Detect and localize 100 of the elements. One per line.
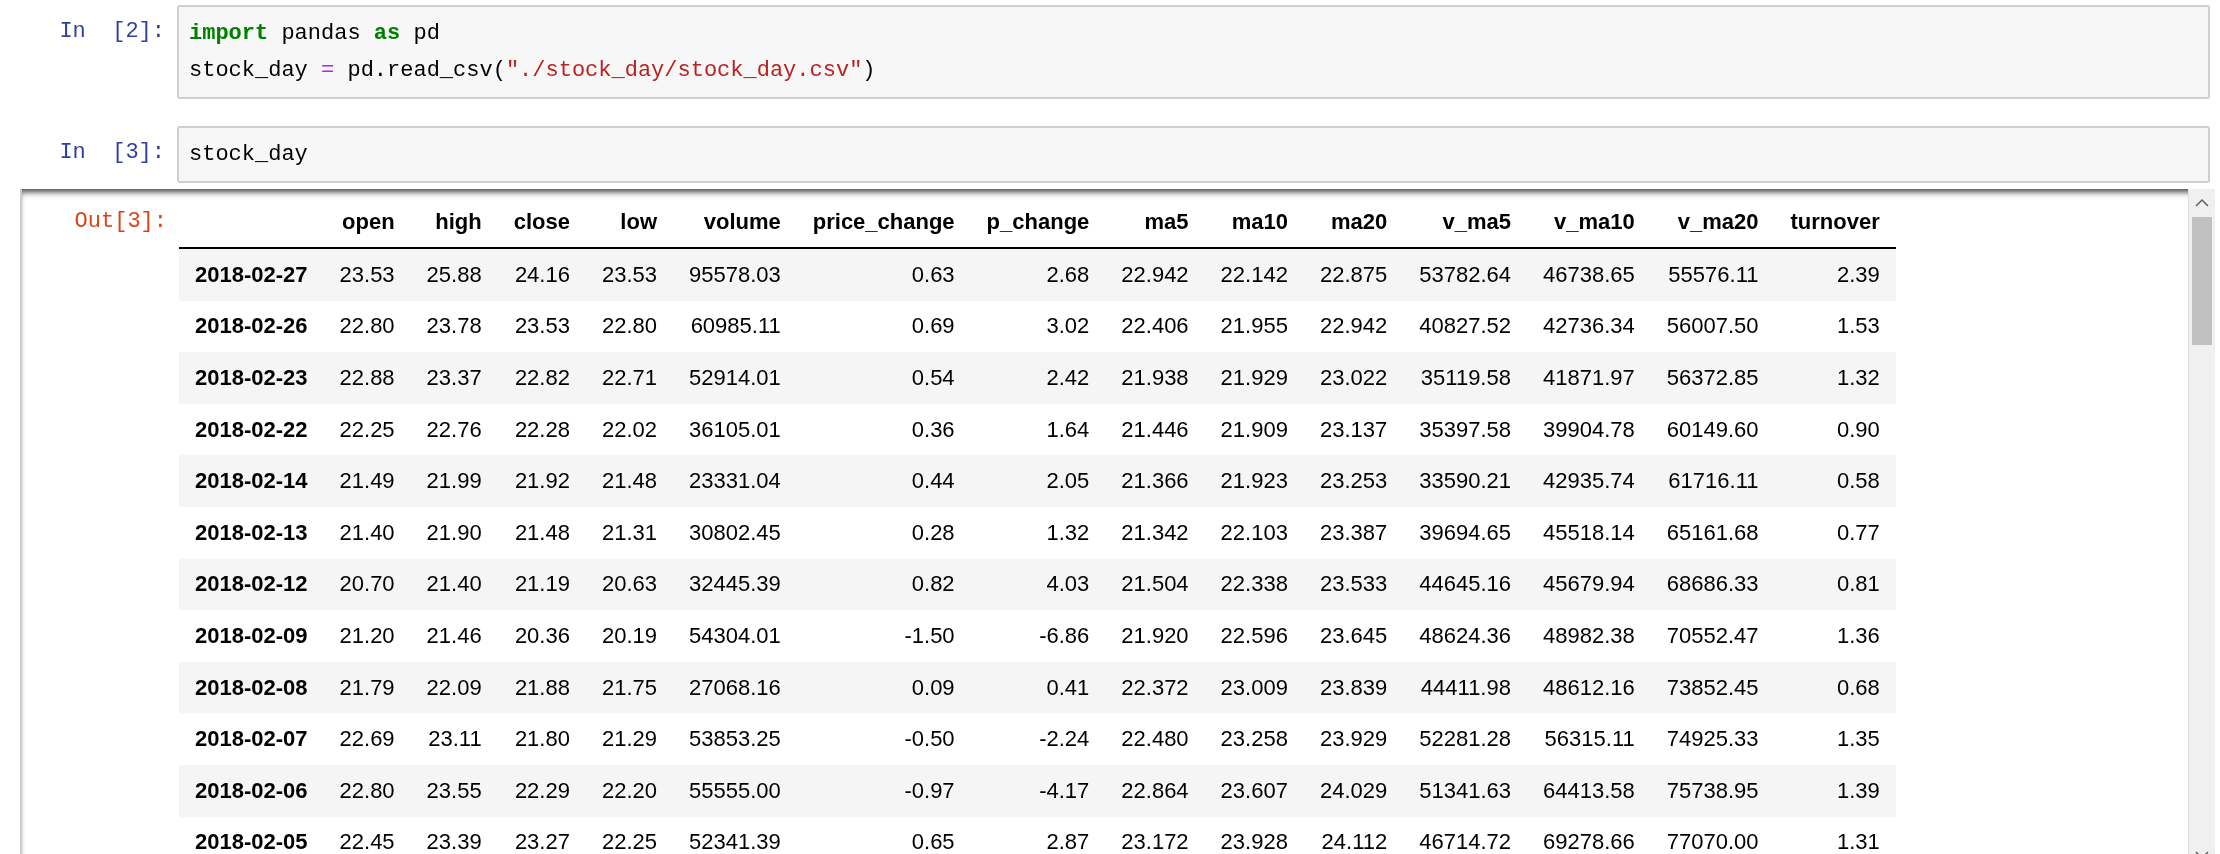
- table-cell: 23.533: [1303, 558, 1404, 611]
- table-cell: 23.172: [1105, 816, 1205, 854]
- table-cell: 3.02: [970, 300, 1106, 353]
- table-cell: 24.112: [1303, 816, 1404, 854]
- table-cell: 0.82: [796, 558, 971, 611]
- table-cell: 22.25: [585, 816, 673, 854]
- table-cell: 54304.01: [673, 610, 797, 662]
- table-cell: 21.929: [1204, 352, 1304, 404]
- table-cell: 23331.04: [673, 455, 797, 507]
- table-cell: 23.839: [1303, 661, 1404, 714]
- table-cell: 21.92: [497, 455, 586, 507]
- table-cell: 20.19: [585, 610, 673, 662]
- table-cell: 1.32: [1774, 352, 1896, 404]
- table-cell: 22.596: [1204, 610, 1304, 662]
- table-cell: 69278.66: [1526, 816, 1651, 854]
- table-cell: 21.48: [497, 506, 586, 559]
- vertical-scrollbar[interactable]: [2188, 189, 2215, 854]
- table-cell: 22.942: [1105, 248, 1205, 301]
- table-cell: 46738.65: [1526, 248, 1651, 301]
- table-cell: 2.87: [970, 816, 1106, 854]
- table-cell: 35119.58: [1403, 352, 1527, 404]
- table-cell: 22.875: [1303, 248, 1404, 301]
- table-cell: 53782.64: [1403, 248, 1527, 301]
- row-index-cell: 2018-02-13: [179, 506, 324, 559]
- table-cell: 55555.00: [673, 764, 797, 817]
- table-cell: 20.70: [323, 558, 411, 611]
- table-cell: 21.955: [1204, 300, 1304, 353]
- table-cell: 21.99: [410, 455, 498, 507]
- table-cell: 42736.34: [1526, 300, 1651, 353]
- table-cell: 22.103: [1204, 506, 1304, 559]
- table-cell: 68686.33: [1650, 558, 1775, 611]
- table-cell: 60985.11: [673, 300, 797, 353]
- table-cell: 21.920: [1105, 610, 1205, 662]
- table-cell: 65161.68: [1650, 506, 1775, 559]
- table-cell: 60149.60: [1650, 403, 1775, 456]
- table-cell: 56007.50: [1650, 300, 1775, 353]
- table-cell: 20.36: [497, 610, 586, 662]
- table-cell: 27068.16: [673, 661, 797, 714]
- row-index-cell: 2018-02-23: [179, 352, 324, 404]
- table-cell: 23.009: [1204, 661, 1304, 714]
- table-cell: 21.40: [410, 558, 498, 611]
- table-cell: 70552.47: [1650, 610, 1775, 662]
- table-cell: 25.88: [410, 248, 498, 301]
- table-cell: 21.80: [497, 713, 586, 765]
- row-index-cell: 2018-02-27: [179, 248, 324, 301]
- table-cell: 22.76: [410, 403, 498, 456]
- table-cell: 52341.39: [673, 816, 797, 854]
- table-cell: 22.338: [1204, 558, 1304, 611]
- table-cell: 61716.11: [1650, 455, 1775, 507]
- table-cell: 56315.11: [1526, 713, 1651, 765]
- table-cell: 21.923: [1204, 455, 1304, 507]
- table-cell: 0.63: [796, 248, 971, 301]
- table-cell: 48982.38: [1526, 610, 1651, 662]
- code-input-field[interactable]: stock_day: [177, 126, 2210, 183]
- table-cell: 21.504: [1105, 558, 1205, 611]
- table-cell: 2.42: [970, 352, 1106, 404]
- table-cell: 21.909: [1204, 403, 1304, 456]
- table-cell: 23.928: [1204, 816, 1304, 854]
- table-cell: 22.09: [410, 661, 498, 714]
- table-cell: 22.80: [323, 300, 411, 353]
- table-cell: 22.88: [323, 352, 411, 404]
- table-cell: 21.29: [585, 713, 673, 765]
- table-cell: 23.55: [410, 764, 498, 817]
- scrollbar-thumb[interactable]: [2192, 217, 2212, 345]
- table-cell: 22.20: [585, 764, 673, 817]
- table-cell: 21.40: [323, 506, 411, 559]
- table-cell: 1.39: [1774, 764, 1896, 817]
- table-cell: 22.864: [1105, 764, 1205, 817]
- table-cell: 2.39: [1774, 248, 1896, 301]
- table-cell: 21.20: [323, 610, 411, 662]
- table-cell: 21.49: [323, 455, 411, 507]
- table-cell: 22.29: [497, 764, 586, 817]
- table-cell: -4.17: [970, 764, 1106, 817]
- table-cell: 55576.11: [1650, 248, 1775, 301]
- table-cell: 39904.78: [1526, 403, 1651, 456]
- table-cell: 23.78: [410, 300, 498, 353]
- table-cell: 23.253: [1303, 455, 1404, 507]
- table-cell: 21.366: [1105, 455, 1205, 507]
- table-cell: -6.86: [970, 610, 1106, 662]
- table-cell: 36105.01: [673, 403, 797, 456]
- table-cell: 21.31: [585, 506, 673, 559]
- table-cell: 39694.65: [1403, 506, 1527, 559]
- table-cell: 2.05: [970, 455, 1106, 507]
- row-index-cell: 2018-02-12: [179, 558, 324, 611]
- table-cell: 0.68: [1774, 661, 1896, 714]
- table-cell: 0.54: [796, 352, 971, 404]
- table-cell: 22.80: [323, 764, 411, 817]
- row-index-cell: 2018-02-08: [179, 661, 324, 714]
- table-cell: 48612.16: [1526, 661, 1651, 714]
- scroll-up-icon[interactable]: [2194, 197, 2210, 209]
- row-index-cell: 2018-02-14: [179, 455, 324, 507]
- table-cell: 0.77: [1774, 506, 1896, 559]
- code-input-field[interactable]: import pandas as pd stock_day = pd.read_csv("./stock_day/stock_day.csv"): [177, 5, 2210, 99]
- table-cell: 23.27: [497, 816, 586, 854]
- table-cell: 74925.33: [1650, 713, 1775, 765]
- table-cell: 1.53: [1774, 300, 1896, 353]
- table-cell: 56372.85: [1650, 352, 1775, 404]
- table-cell: 4.03: [970, 558, 1106, 611]
- table-cell: 35397.58: [1403, 403, 1527, 456]
- row-index-cell: 2018-02-26: [179, 300, 324, 353]
